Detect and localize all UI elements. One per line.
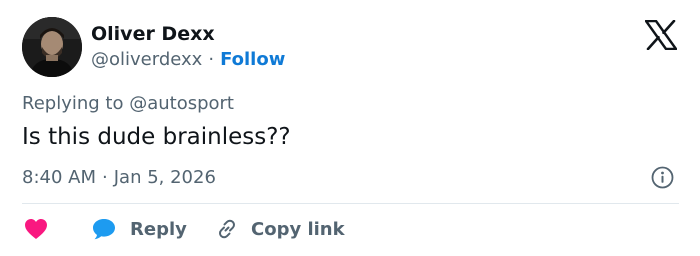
tweet-date: Jan 5, 2026	[113, 167, 216, 188]
avatar-image	[22, 17, 82, 77]
copy-link-button[interactable]: Copy link	[215, 214, 345, 244]
tweet-text: Is this dude brainless??	[22, 124, 291, 150]
x-logo-icon[interactable]	[644, 19, 678, 51]
handle-separator: ·	[208, 49, 215, 70]
author-handle[interactable]: @oliverdexx	[91, 49, 202, 70]
link-icon	[219, 219, 235, 239]
author-display-name[interactable]: Oliver Dexx	[91, 23, 215, 45]
reply-label: Reply	[130, 218, 187, 240]
like-button[interactable]	[24, 214, 48, 244]
author-handle-row: @oliverdexx · Follow	[91, 49, 285, 70]
speech-bubble-icon	[93, 219, 115, 240]
info-icon[interactable]	[651, 166, 674, 189]
copy-link-label: Copy link	[251, 218, 345, 240]
replying-to-text: Replying to @autosport	[22, 93, 234, 114]
tweet-timestamp[interactable]: 8:40 AM · Jan 5, 2026	[22, 167, 216, 188]
timestamp-separator: ·	[102, 167, 108, 188]
follow-button[interactable]: Follow	[220, 49, 285, 70]
avatar[interactable]	[22, 17, 82, 77]
tweet-card: Oliver Dexx @oliverdexx · Follow Replying …	[0, 0, 700, 256]
tweet-time: 8:40 AM	[22, 167, 96, 188]
divider	[22, 203, 679, 204]
reply-button[interactable]: Reply	[92, 214, 187, 244]
heart-icon	[25, 219, 47, 239]
